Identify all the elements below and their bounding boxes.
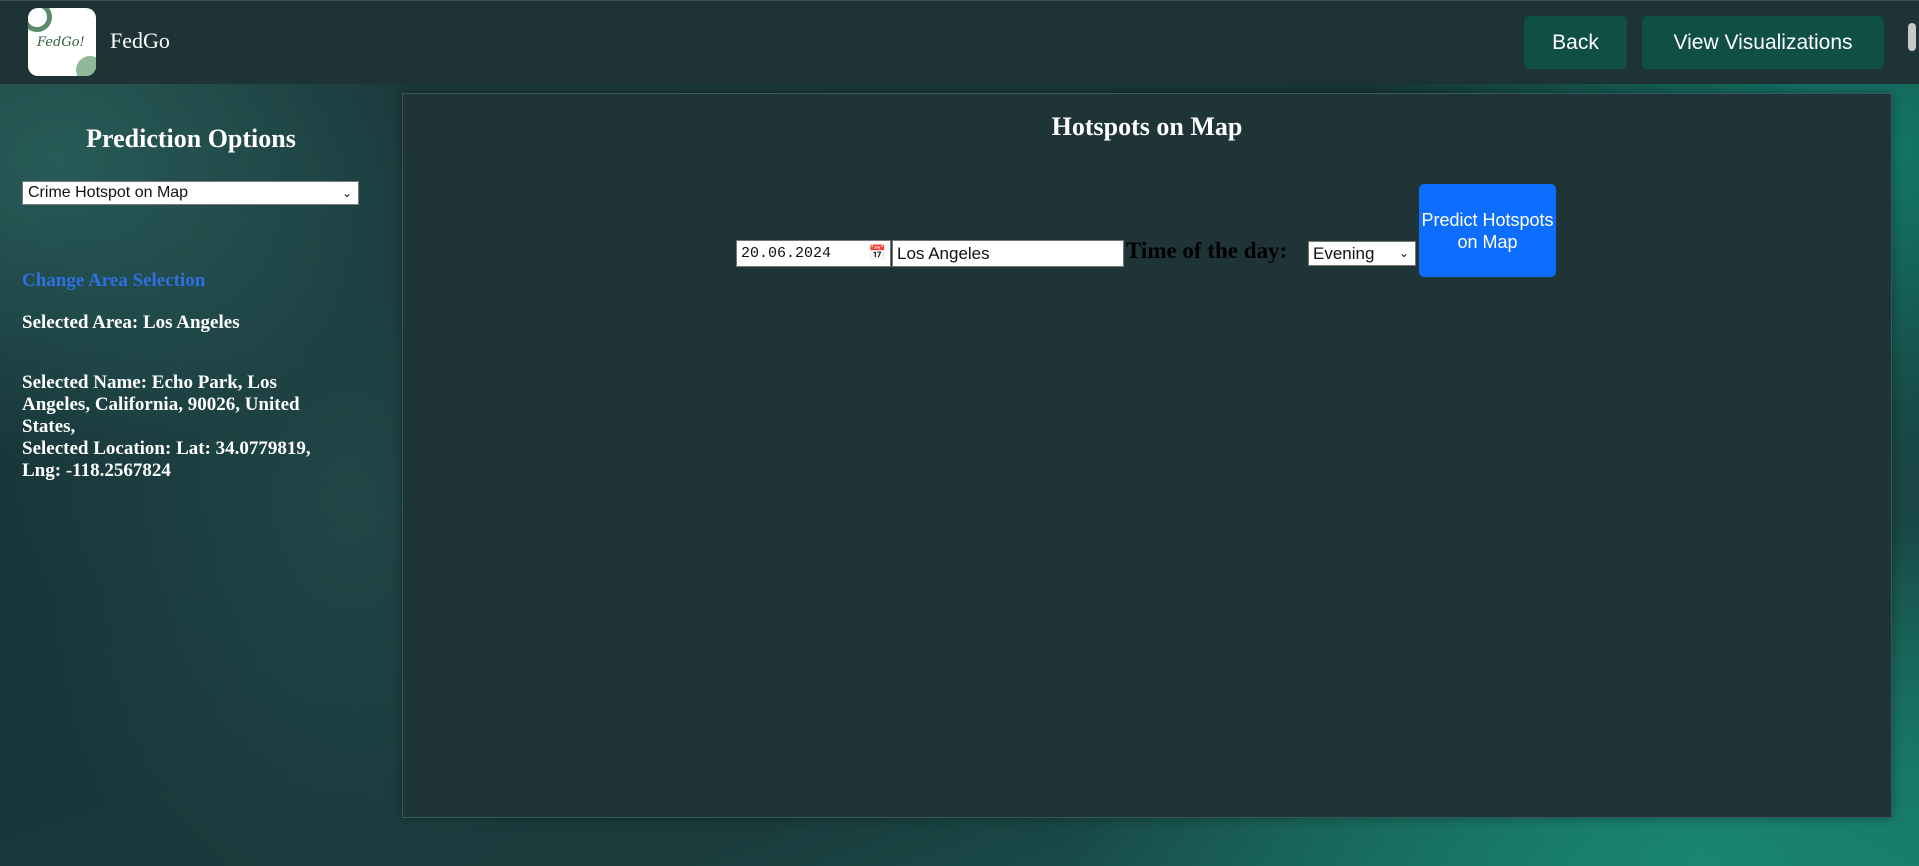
time-of-day-label: Time of the day: bbox=[1126, 238, 1288, 263]
app-logo[interactable]: FedGo! bbox=[28, 8, 96, 76]
brand-name[interactable]: FedGo bbox=[110, 28, 170, 54]
predict-hotspots-button[interactable]: Predict Hotspots on Map bbox=[1419, 184, 1556, 277]
logo-text: FedGo! bbox=[37, 35, 85, 50]
time-of-day-select[interactable]: Evening ⌄ bbox=[1308, 241, 1416, 266]
logo-ring-shape bbox=[28, 8, 52, 32]
view-visualizations-button[interactable]: View Visualizations bbox=[1642, 16, 1884, 69]
prediction-type-value: Crime Hotspot on Map bbox=[28, 184, 189, 201]
selected-details: Selected Name: Echo Park, Los Angeles, C… bbox=[22, 372, 342, 482]
prediction-type-select[interactable]: Crime Hotspot on Map ⌄ bbox=[22, 181, 359, 205]
selected-location-text: Selected Location: Lat: 34.0779819, Lng:… bbox=[22, 438, 311, 481]
calendar-icon[interactable]: 📅 bbox=[869, 241, 886, 266]
date-input[interactable]: 20.06.2024 📅 bbox=[736, 240, 891, 267]
chevron-down-icon: ⌄ bbox=[1398, 246, 1409, 260]
logo-blob-shape bbox=[76, 56, 96, 76]
date-value: 20.06.2024 bbox=[741, 245, 832, 262]
selected-area-text: Selected Area: Los Angeles bbox=[22, 312, 240, 333]
back-button[interactable]: Back bbox=[1524, 16, 1627, 69]
city-input[interactable]: Los Angeles bbox=[892, 240, 1124, 267]
selected-name-text: Selected Name: Echo Park, Los Angeles, C… bbox=[22, 372, 300, 437]
top-navbar: FedGo! FedGo Back View Visualizations bbox=[0, 0, 1919, 84]
hotspots-panel: Hotspots on Map 20.06.2024 📅 Los Angeles… bbox=[402, 93, 1892, 818]
scrollbar-thumb[interactable] bbox=[1908, 23, 1916, 51]
panel-title: Hotspots on Map bbox=[1051, 112, 1243, 141]
change-area-link[interactable]: Change Area Selection bbox=[22, 270, 205, 292]
chevron-down-icon: ⌄ bbox=[341, 186, 352, 200]
sidebar-title: Prediction Options bbox=[86, 124, 296, 153]
time-of-day-value: Evening bbox=[1313, 244, 1375, 263]
